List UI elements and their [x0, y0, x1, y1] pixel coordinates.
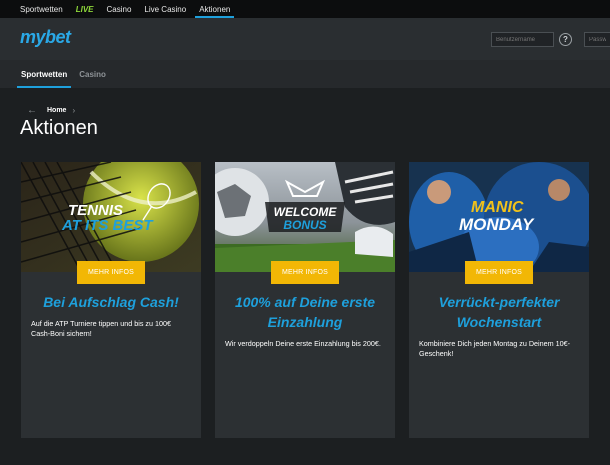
- promo-description: Auf die ATP Turniere tippen und bis zu 1…: [31, 319, 171, 338]
- tab-sportwetten[interactable]: Sportwetten: [16, 60, 72, 88]
- page-title: Aktionen: [20, 117, 98, 139]
- username-input[interactable]: [491, 32, 554, 47]
- promo-card-tennis[interactable]: TENNIS AT ITS BEST MEHR INFOS Bei Aufsch…: [21, 162, 201, 438]
- top-nav: Sportwetten LIVE Casino Live Casino Akti…: [0, 0, 610, 18]
- sub-nav: Sportwetten Casino: [0, 60, 610, 88]
- chevron-right-icon: ›: [72, 106, 76, 115]
- topnav-live[interactable]: LIVE: [76, 0, 94, 18]
- promo-banner-monday: MANIC MONDAY: [409, 162, 589, 272]
- header: mybet ?: [0, 18, 610, 60]
- promo-headline[interactable]: Verrückt-perfekter Wochenstart: [415, 292, 583, 332]
- tab-casino[interactable]: Casino: [79, 60, 106, 88]
- topnav-casino[interactable]: Casino: [106, 0, 131, 18]
- promo-banner-welcome: WELCOME BONUS: [215, 162, 395, 272]
- promo-card-manic-monday[interactable]: MANIC MONDAY MEHR INFOS Verrückt-perfekt…: [409, 162, 589, 438]
- help-icon[interactable]: ?: [559, 33, 572, 46]
- promo-banner-tennis: TENNIS AT ITS BEST: [21, 162, 201, 272]
- topnav-aktionen[interactable]: Aktionen: [195, 0, 235, 18]
- welcome-banner-line2: BONUS: [283, 218, 326, 232]
- breadcrumb-home[interactable]: Home: [47, 107, 66, 114]
- topnav-live-casino[interactable]: Live Casino: [144, 0, 186, 18]
- more-info-button[interactable]: MEHR INFOS: [271, 261, 339, 284]
- tennis-banner-line2: AT ITS BEST: [61, 217, 154, 234]
- monday-banner-image: MANIC MONDAY: [409, 162, 589, 272]
- promo-description: Kombiniere Dich jeden Montag zu Deinem 1…: [419, 339, 571, 358]
- tennis-banner-image: TENNIS AT ITS BEST: [21, 162, 201, 272]
- welcome-banner-line1: WELCOME: [274, 205, 338, 219]
- welcome-banner-image: WELCOME BONUS: [215, 162, 395, 272]
- promo-headline[interactable]: 100% auf Deine erste Einzahlung: [221, 292, 389, 332]
- back-arrow-icon[interactable]: ←: [27, 105, 37, 116]
- breadcrumb: ← Home ›: [27, 105, 75, 116]
- monday-banner-line1: MANIC: [471, 199, 524, 216]
- mybet-logo[interactable]: mybet: [20, 27, 71, 48]
- topnav-sportwetten[interactable]: Sportwetten: [20, 0, 63, 18]
- login-form: ?: [491, 32, 610, 47]
- promo-card-welcome[interactable]: WELCOME BONUS MEHR INFOS 100% auf Deine …: [215, 162, 395, 438]
- more-info-button[interactable]: MEHR INFOS: [465, 261, 533, 284]
- password-input[interactable]: [584, 32, 610, 47]
- promo-description: Wir verdoppeln Deine erste Einzahlung bi…: [225, 339, 381, 348]
- promo-headline[interactable]: Bei Aufschlag Cash!: [27, 292, 195, 312]
- monday-banner-line2: MONDAY: [459, 215, 535, 234]
- more-info-button[interactable]: MEHR INFOS: [77, 261, 145, 284]
